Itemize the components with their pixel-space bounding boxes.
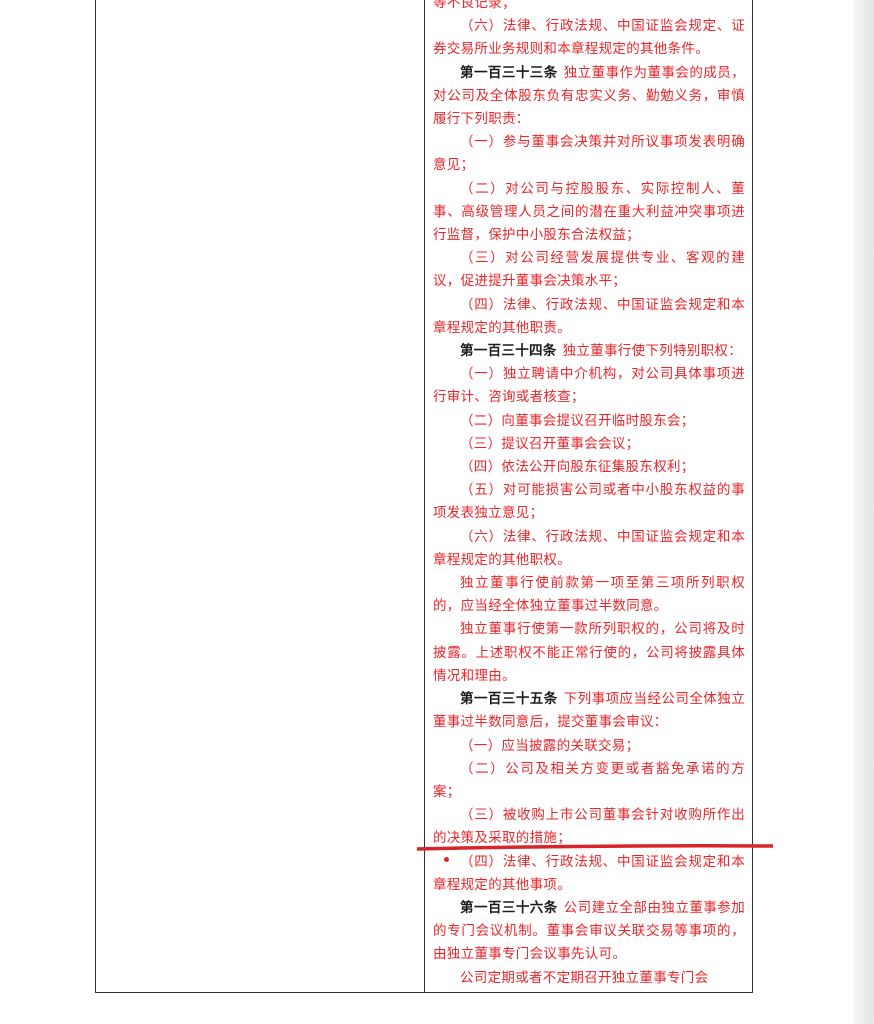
article-number: 第一百三十五条 — [460, 691, 558, 708]
right-column-cell[interactable]: 等不良记录； （六）法律、行政法规、中国证监会规定、证券交易所业务规则和本章程规… — [433, 0, 745, 990]
list-item: （五）对可能损害公司或者中小股东权益的事项发表独立意见； — [433, 482, 745, 522]
list-item: （二）对公司与控股股东、实际控制人、董事、高级管理人员之间的潜在重大利益冲突事项… — [433, 180, 745, 244]
article-136: 第一百三十六条 公司建立全部由独立董事参加的专门会议机制。董事会审议关联交易等事项… — [433, 897, 745, 967]
paragraph: 独立董事行使前款第一项至第三项所列职权的，应当经全体独立董事过半数同意。 — [433, 575, 745, 615]
article-133: 第一百三十三条 独立董事作为董事会的成员，对公司及全体股东负有忠实义务、勤勉义务，… — [433, 62, 745, 132]
document-page: 等不良记录； （六）法律、行政法规、中国证监会规定、证券交易所业务规则和本章程规… — [0, 0, 874, 1024]
article-text: 独立董事行使下列特别职权： — [562, 343, 743, 360]
annotation-dot — [444, 857, 449, 862]
page-edge-shadow — [854, 0, 874, 1024]
list-item: （三）对公司经营发展提供专业、客观的建议，促进提升董事会决策水平； — [433, 250, 745, 290]
red-annotation-line — [417, 844, 773, 851]
article-number: 第一百三十四条 — [460, 343, 557, 360]
list-item: （四）法律、行政法规、中国证监会规定和本章程规定的其他职责。 — [433, 296, 745, 336]
list-item: （二）公司及相关方变更或者豁免承诺的方案； — [433, 760, 745, 800]
list-item: （六）法律、行政法规、中国证监会规定和本章程规定的其他职权。 — [433, 528, 745, 568]
paragraph-line: 等不良记录； — [433, 0, 516, 11]
list-item: （四）法律、行政法规、中国证监会规定和本章程规定的其他事项。 — [433, 853, 745, 893]
paragraph: 公司定期或者不定期召开独立董事专门会 — [460, 969, 709, 986]
list-item: （一）应当披露的关联交易； — [460, 737, 640, 754]
list-item: （二）向董事会提议召开临时股东会； — [460, 412, 695, 429]
article-134: 第一百三十四条 独立董事行使下列特别职权： — [433, 340, 745, 363]
article-number: 第一百三十六条 — [460, 899, 558, 916]
list-item: （三）提议召开董事会会议； — [460, 435, 640, 452]
list-item: （一）参与董事会决策并对所议事项发表明确意见； — [433, 134, 745, 174]
article-135: 第一百三十五条 下列事项应当经公司全体独立董事过半数同意后，提交董事会审议： — [433, 688, 745, 734]
list-item: （一）独立聘请中介机构，对公司具体事项进行审计、咨询或者核查； — [433, 366, 745, 406]
list-item: （四）依法公开向股东征集股东权利； — [460, 459, 695, 476]
left-column-cell — [96, 0, 424, 992]
annotation-stroke — [417, 844, 773, 851]
paragraph: （六）法律、行政法规、中国证监会规定、证券交易所业务规则和本章程规定的其他条件。 — [433, 18, 745, 58]
article-number: 第一百三十三条 — [460, 64, 558, 81]
paragraph: 独立董事行使第一款所列职权的，公司将及时披露。上述职权不能正常行使的，公司将披露… — [433, 621, 745, 684]
